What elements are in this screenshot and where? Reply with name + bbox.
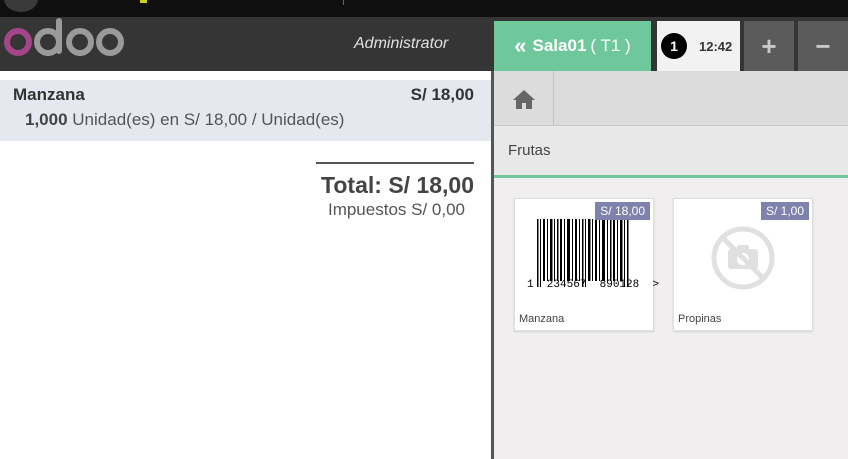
category-frutas[interactable]: Frutas [508, 142, 551, 159]
category-bar: Frutas [494, 126, 848, 178]
product-card-propinas[interactable]: S/ 1,00 Propinas [673, 198, 813, 331]
price-tag: S/ 1,00 [760, 202, 809, 220]
logo-letter-o [66, 28, 94, 56]
price-tag: S/ 18,00 [595, 202, 650, 220]
orderline-price: S/ 18,00 [410, 85, 474, 104]
system-bar-circle [4, 0, 38, 12]
orderline-quantity: 1,000 [25, 110, 68, 129]
no-image-icon [711, 226, 775, 290]
system-bar-indicator [140, 0, 147, 3]
home-button[interactable] [494, 71, 554, 126]
orderline-info: 1,000 Unidad(es) en S/ 18,00 / Unidad(es… [25, 110, 344, 130]
add-order-button[interactable]: + [744, 21, 794, 71]
orderline-selected[interactable]: Manzana S/ 18,00 1,000 Unidad(es) en S/ … [0, 80, 491, 141]
order-total: Total: S/ 18,00 [321, 172, 474, 198]
odoo-logo [4, 18, 126, 62]
order-selector[interactable]: 1 12:42 [657, 21, 740, 71]
orderline-unit-text: Unidad(es) en S/ 18,00 / Unidad(es) [72, 110, 345, 129]
logo-letter-o [96, 28, 124, 56]
summary-divider [316, 162, 474, 164]
product-name: Manzana [519, 313, 565, 325]
order-panel: Manzana S/ 18,00 1,000 Unidad(es) en S/ … [0, 71, 491, 459]
order-tab-label: Sala01 [532, 36, 587, 55]
product-name: Propinas [678, 313, 722, 325]
product-screen: Frutas 1 234567 890128 > S/ 18,00 Manzan… [494, 71, 848, 459]
system-bar [0, 0, 848, 17]
order-time: 12:42 [699, 38, 733, 54]
product-card-manzana[interactable]: 1 234567 890128 > S/ 18,00 Manzana [514, 198, 659, 331]
order-taxes: Impuestos S/ 0,00 [327, 200, 465, 219]
system-bar-separator [343, 0, 344, 5]
order-tab-table: ( T1 ) [590, 36, 631, 55]
breadcrumb-bar [494, 71, 848, 126]
logo-letter-d [34, 18, 64, 56]
barcode-digits: 1 234567 890128 > [527, 279, 660, 291]
order-number-badge: 1 [661, 33, 687, 59]
logo-letter-o [4, 28, 32, 56]
delete-order-button[interactable]: − [798, 21, 848, 71]
orderline-product-name: Manzana [13, 85, 85, 104]
username[interactable]: Administrator [354, 35, 448, 53]
chevrons-left-icon: « [514, 33, 527, 58]
home-icon [512, 89, 535, 109]
order-tab-button[interactable]: « Sala01 ( T1 ) [494, 21, 651, 71]
